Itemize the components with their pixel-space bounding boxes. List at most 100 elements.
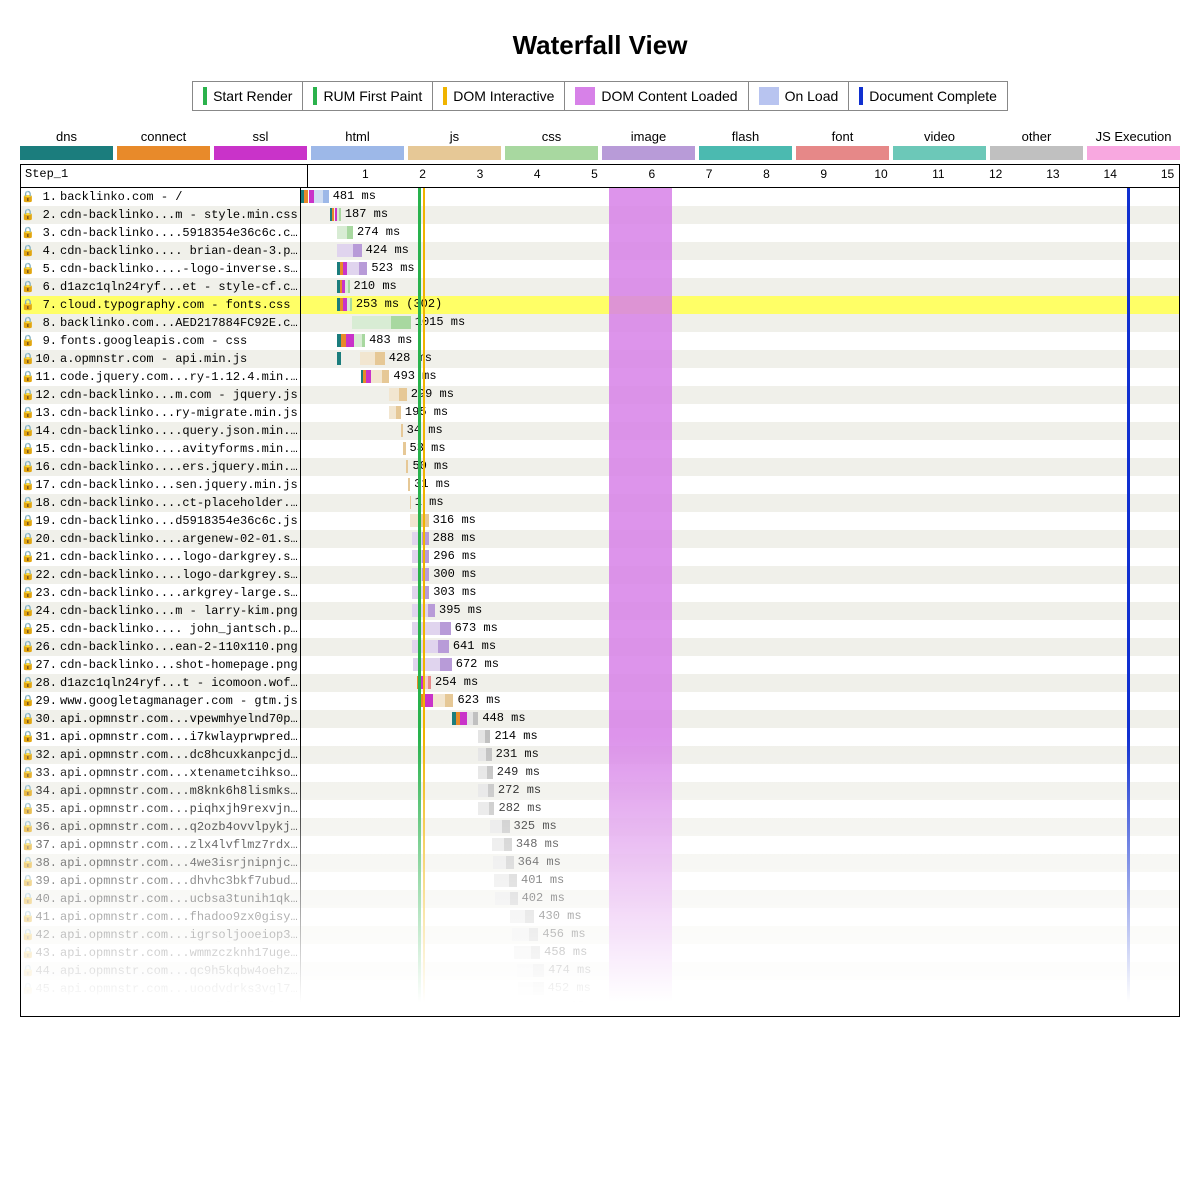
request-row[interactable]: 🔒46.api.opmnstr.com...ia4etlodia0ln2in42… [21,998,1179,1016]
bar-otherPale [493,856,506,869]
bar-css [391,316,411,329]
request-row[interactable]: 🔒12.cdn-backlinko...m.com - jquery.js299… [21,386,1179,404]
row-number: 24. [35,604,60,618]
row-number: 25. [35,622,60,636]
timing-lane: 401 ms [300,872,1179,890]
request-url: cdn-backlinko...m.com - jquery.js [60,388,300,402]
row-number: 18. [35,496,60,510]
request-row[interactable]: 🔒10.a.opmnstr.com - api.min.js428 ms [21,350,1179,368]
request-row[interactable]: 🔒31.api.opmnstr.com...i7kwlayprwpredfa21… [21,728,1179,746]
row-number: 11. [35,370,60,384]
bar-image [359,262,368,275]
request-row[interactable]: 🔒13.cdn-backlinko...ry-migrate.min.js195… [21,404,1179,422]
request-row[interactable]: 🔒1.backlinko.com - /481 ms [21,188,1179,206]
row-number: 7. [35,298,60,312]
duration-label: 254 ms [435,675,478,689]
duration-label: 641 ms [453,639,496,653]
request-row[interactable]: 🔒9.fonts.googleapis.com - css483 ms [21,332,1179,350]
timing-lane: 300 ms [300,566,1179,584]
request-row[interactable]: 🔒14.cdn-backlinko....query.json.min.js34… [21,422,1179,440]
request-row[interactable]: 🔒32.api.opmnstr.com...dc8hcuxkanpcjdbx23… [21,746,1179,764]
request-row[interactable]: 🔒20.cdn-backlinko....argenew-02-01.svg28… [21,530,1179,548]
lock-icon: 🔒 [21,748,35,762]
events-legend: Start RenderRUM First PaintDOM Interacti… [192,81,1008,111]
request-row[interactable]: 🔒45.api.opmnstr.com...uoodvdrks3vgl74745… [21,980,1179,998]
request-row[interactable]: 🔒17.cdn-backlinko...sen.jquery.min.js31 … [21,476,1179,494]
request-url: cdn-backlinko...shot-homepage.png [60,658,300,672]
timing-lane: 425 ms [300,998,1179,1016]
lock-icon: 🔒 [21,460,35,474]
request-row[interactable]: 🔒38.api.opmnstr.com...4we3isrjnipnjcpy36… [21,854,1179,872]
request-url: cdn-backlinko....query.json.min.js [60,424,300,438]
lock-icon: 🔒 [21,964,35,978]
request-row[interactable]: 🔒7.cloud.typography.com - fonts.css253 m… [21,296,1179,314]
request-row[interactable]: 🔒40.api.opmnstr.com...ucbsa3tunih1qkhk40… [21,890,1179,908]
row-number: 31. [35,730,60,744]
request-row[interactable]: 🔒19.cdn-backlinko...d5918354e36c6c.js316… [21,512,1179,530]
bar-other [502,820,510,833]
lock-icon: 🔒 [21,190,35,204]
row-number: 22. [35,568,60,582]
request-row[interactable]: 🔒3.cdn-backlinko....5918354e36c6c.css274… [21,224,1179,242]
request-row[interactable]: 🔒24.cdn-backlinko...m - larry-kim.png395… [21,602,1179,620]
duration-label: 395 ms [439,603,482,617]
lock-icon: 🔒 [21,730,35,744]
request-row[interactable]: 🔒34.api.opmnstr.com...m8knk6h8lismksg627… [21,782,1179,800]
lock-icon: 🔒 [21,244,35,258]
request-row[interactable]: 🔒29.www.googletagmanager.com - gtm.js623… [21,692,1179,710]
type-js-execution: JS Execution [1087,129,1180,160]
request-row[interactable]: 🔒41.api.opmnstr.com...fhadoo9zx0gisy9c43… [21,908,1179,926]
request-row[interactable]: 🔒18.cdn-backlinko....ct-placeholder.js1 … [21,494,1179,512]
bar-other [533,982,543,995]
duration-label: 187 ms [345,207,388,221]
duration-label: 210 ms [354,279,397,293]
request-row[interactable]: 🔒42.api.opmnstr.com...igrsoljooeiop3di45… [21,926,1179,944]
request-url: cdn-backlinko...ry-migrate.min.js [60,406,300,420]
bar-cssPale [337,226,347,239]
type-ssl: ssl [214,129,307,160]
lock-icon: 🔒 [21,838,35,852]
request-row[interactable]: 🔒35.api.opmnstr.com...piqhxjh9rexvjnt028… [21,800,1179,818]
request-row[interactable]: 🔒30.api.opmnstr.com...vpewmhyelnd70paz44… [21,710,1179,728]
bar-other [533,964,544,977]
request-url: api.opmnstr.com...m8knk6h8lismksg6 [60,784,300,798]
bar-other [525,910,534,923]
request-url: cdn-backlinko....logo-darkgrey.svg [60,550,300,564]
request-row[interactable]: 🔒22.cdn-backlinko....logo-darkgrey.svg30… [21,566,1179,584]
request-url: api.opmnstr.com...dhvhc3bkf7ubud7h [60,874,300,888]
request-row[interactable]: 🔒23.cdn-backlinko....arkgrey-large.svg30… [21,584,1179,602]
request-row[interactable]: 🔒37.api.opmnstr.com...zlx4lvflmz7rdxdq34… [21,836,1179,854]
request-row[interactable]: 🔒4.cdn-backlinko.... brian-dean-3.png424… [21,242,1179,260]
tick-7: 7 [706,167,713,181]
bar-dns [337,352,341,365]
timing-lane: 316 ms [300,512,1179,530]
request-row[interactable]: 🔒2.cdn-backlinko...m - style.min.css187 … [21,206,1179,224]
request-row[interactable]: 🔒8.backlinko.com...AED217884FC92E.css101… [21,314,1179,332]
request-row[interactable]: 🔒39.api.opmnstr.com...dhvhc3bkf7ubud7h40… [21,872,1179,890]
request-row[interactable]: 🔒16.cdn-backlinko....ers.jquery.min.js50… [21,458,1179,476]
request-row[interactable]: 🔒6.d1azc1qln24ryf...et - style-cf.css210… [21,278,1179,296]
request-row[interactable]: 🔒36.api.opmnstr.com...q2ozb4ovvlpykjjd32… [21,818,1179,836]
request-row[interactable]: 🔒44.api.opmnstr.com...qc9h5kqbw4oehzh447… [21,962,1179,980]
duration-label: 253 ms (302) [356,297,442,311]
request-row[interactable]: 🔒15.cdn-backlinko....avityforms.min.js53… [21,440,1179,458]
duration-label: 272 ms [498,783,541,797]
request-row[interactable]: 🔒11.code.jquery.com...ry-1.12.4.min.js49… [21,368,1179,386]
request-row[interactable]: 🔒28.d1azc1qln24ryf...t - icomoon.woff225… [21,674,1179,692]
request-row[interactable]: 🔒5.cdn-backlinko....-logo-inverse.svg523… [21,260,1179,278]
request-row[interactable]: 🔒21.cdn-backlinko....logo-darkgrey.svg29… [21,548,1179,566]
timing-lane: 430 ms [300,908,1179,926]
waterfall-chart: Step_1 123456789101112131415 🔒1.backlink… [20,164,1180,1017]
bar-js [399,388,407,401]
request-row[interactable]: 🔒26.cdn-backlinko...ean-2-110x110.png641… [21,638,1179,656]
bar-otherPale [494,874,509,887]
request-row[interactable]: 🔒25.cdn-backlinko.... john_jantsch.png67… [21,620,1179,638]
lock-icon: 🔒 [21,856,35,870]
request-row[interactable]: 🔒33.api.opmnstr.com...xtenametcihksofb24… [21,764,1179,782]
event-marker [1127,188,1130,1016]
bar-ssl [346,334,354,347]
row-number: 13. [35,406,60,420]
request-row[interactable]: 🔒27.cdn-backlinko...shot-homepage.png672… [21,656,1179,674]
request-row[interactable]: 🔒43.api.opmnstr.com...wmmzczknh17ugefc45… [21,944,1179,962]
type-image: image [602,129,695,160]
